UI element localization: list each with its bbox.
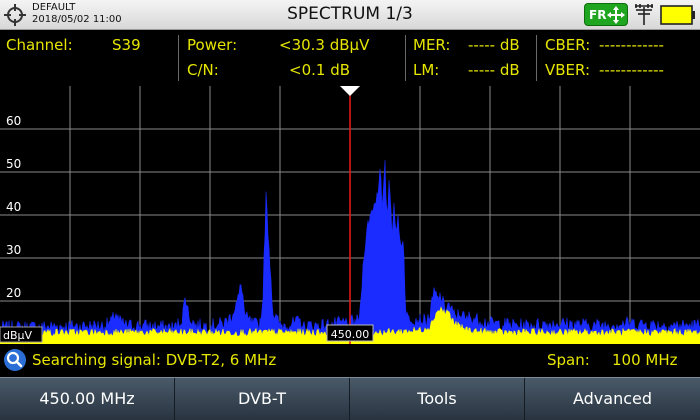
y-tick-label: 60 [6, 114, 21, 128]
status-message: Searching signal: DVB-T2, 6 MHz [32, 351, 277, 369]
y-tick-label: 50 [6, 157, 21, 171]
tools-softkey[interactable]: Tools [350, 378, 525, 420]
profile-name: DEFAULT [32, 2, 76, 13]
span-value[interactable]: 100 MHz [612, 351, 678, 369]
mer-value: ----- dB [468, 36, 520, 54]
vber-value: ------------ [599, 61, 664, 79]
divider [405, 35, 406, 81]
status-bar: Searching signal: DVB-T2, 6 MHz Span: 10… [0, 345, 700, 375]
marker-frequency-label: 450.00 [331, 328, 370, 341]
span-label: Span: [547, 351, 590, 369]
power-label: Power: [187, 36, 238, 54]
spectrum-display[interactable]: 20 30 40 50 60 450.00 dBµV [0, 86, 700, 344]
softkey-bar: 450.00 MHz DVB-T Tools Advanced [0, 377, 700, 420]
measurement-panel: Channel: S39 Power: <30.3 dBµV C/N: <0.1… [0, 31, 700, 85]
y-tick-label: 40 [6, 200, 21, 214]
title-bar: DEFAULT 2018/05/02 11:00 SPECTRUM 1/3 FR [0, 0, 700, 30]
search-icon [4, 349, 26, 371]
divider [178, 35, 179, 81]
standard-softkey[interactable]: DVB-T [175, 378, 350, 420]
divider [536, 35, 537, 81]
cber-value: ------------ [599, 36, 664, 54]
lm-value: ----- dB [468, 61, 520, 79]
advanced-softkey[interactable]: Advanced [525, 378, 700, 420]
battery-icon [660, 5, 695, 25]
datetime: 2018/05/02 11:00 [32, 14, 122, 25]
channel-value[interactable]: S39 [112, 36, 141, 54]
channel-label: Channel: [6, 36, 73, 54]
fr-badge-label: FR [589, 8, 607, 22]
spectrum-chart[interactable]: 20 30 40 50 60 450.00 dBµV [0, 86, 700, 344]
y-tick-label: 20 [6, 286, 21, 300]
cn-value: <0.1 dB [289, 61, 351, 79]
crosshair-icon [4, 4, 26, 26]
move-arrows-icon [607, 6, 625, 24]
vber-label: VBER: [545, 61, 591, 79]
power-value: <30.3 dBµV [279, 36, 370, 54]
frequency-softkey[interactable]: 450.00 MHz [0, 378, 175, 420]
lm-label: LM: [413, 61, 440, 79]
fr-status-badge[interactable]: FR [584, 3, 628, 26]
y-unit-label: dBµV [3, 329, 33, 342]
cber-label: CBER: [545, 36, 591, 54]
antenna-icon [635, 4, 653, 25]
profile-info: DEFAULT 2018/05/02 11:00 [32, 2, 122, 26]
mer-label: MER: [413, 36, 451, 54]
y-tick-label: 30 [6, 243, 21, 257]
cn-label: C/N: [187, 61, 219, 79]
